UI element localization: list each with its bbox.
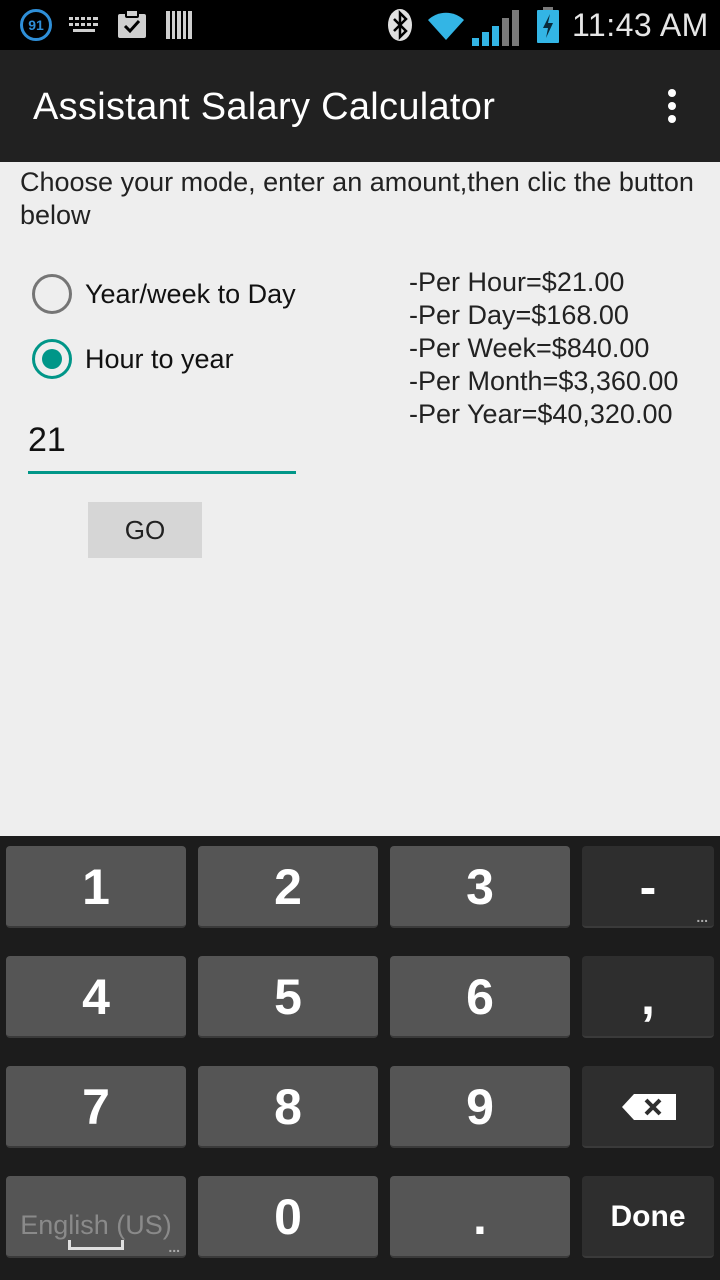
bluetooth-icon bbox=[388, 9, 412, 41]
result-per-hour: -Per Hour=$21.00 bbox=[409, 267, 625, 297]
key-minus[interactable]: -... bbox=[582, 846, 714, 928]
result-per-month: -Per Month=$3,360.00 bbox=[409, 366, 679, 396]
radio-button-checked[interactable] bbox=[32, 339, 72, 379]
barcode-icon bbox=[166, 11, 192, 39]
app-title: Assistant Salary Calculator bbox=[33, 86, 496, 128]
radio-button-unchecked[interactable] bbox=[32, 274, 72, 314]
clipboard-check-icon bbox=[118, 9, 146, 38]
amount-input[interactable] bbox=[28, 414, 296, 474]
key-7[interactable]: 7 bbox=[6, 1066, 186, 1148]
mode-radio-year-week-to-day[interactable]: Year/week to Day bbox=[32, 274, 296, 314]
space-bar-icon bbox=[68, 1240, 124, 1250]
key-minus-label: - bbox=[639, 859, 657, 915]
key-9[interactable]: 9 bbox=[390, 1066, 570, 1148]
keyboard-icon bbox=[69, 17, 98, 32]
go-button[interactable]: GO bbox=[88, 502, 202, 558]
result-per-week: -Per Week=$840.00 bbox=[409, 333, 650, 363]
app-bar: Assistant Salary Calculator bbox=[0, 50, 720, 162]
key-period[interactable]: . bbox=[390, 1176, 570, 1258]
radio-label: Year/week to Day bbox=[85, 278, 296, 309]
key-backspace[interactable] bbox=[582, 1066, 714, 1148]
key-language-space[interactable]: English (US) ... bbox=[6, 1176, 186, 1258]
clock-text: 11:43 AM bbox=[572, 7, 709, 43]
key-0[interactable]: 0 bbox=[198, 1176, 378, 1258]
key-5[interactable]: 5 bbox=[198, 956, 378, 1038]
key-comma[interactable]: , bbox=[582, 956, 714, 1038]
result-per-day: -Per Day=$168.00 bbox=[409, 300, 629, 330]
key-done[interactable]: Done bbox=[582, 1176, 714, 1258]
numeric-keyboard: 1 2 3 -... 4 5 6 , 7 8 9 English (US) ..… bbox=[0, 836, 720, 1280]
key-6[interactable]: 6 bbox=[390, 956, 570, 1038]
status-bar: 91 11:43 AM bbox=[0, 0, 720, 50]
radio-label: Hour to year bbox=[85, 343, 234, 374]
language-label: English (US) bbox=[20, 1210, 172, 1240]
notification-91-icon: 91 bbox=[20, 9, 52, 41]
results-list: -Per Hour=$21.00 -Per Day=$168.00 -Per W… bbox=[409, 266, 709, 431]
wifi-icon bbox=[428, 12, 464, 40]
key-2[interactable]: 2 bbox=[198, 846, 378, 928]
key-1[interactable]: 1 bbox=[6, 846, 186, 928]
main-content: Choose your mode, enter an amount,then c… bbox=[0, 162, 720, 836]
key-8[interactable]: 8 bbox=[198, 1066, 378, 1148]
battery-charging-icon bbox=[537, 7, 559, 43]
key-3[interactable]: 3 bbox=[390, 846, 570, 928]
instructions-text: Choose your mode, enter an amount,then c… bbox=[20, 167, 694, 230]
mode-radio-hour-to-year[interactable]: Hour to year bbox=[32, 339, 234, 379]
cell-signal-icon bbox=[472, 10, 519, 46]
key-4[interactable]: 4 bbox=[6, 956, 186, 1038]
result-per-year: -Per Year=$40,320.00 bbox=[409, 399, 673, 429]
overflow-menu-icon[interactable] bbox=[656, 86, 688, 126]
backspace-icon bbox=[622, 1094, 676, 1120]
